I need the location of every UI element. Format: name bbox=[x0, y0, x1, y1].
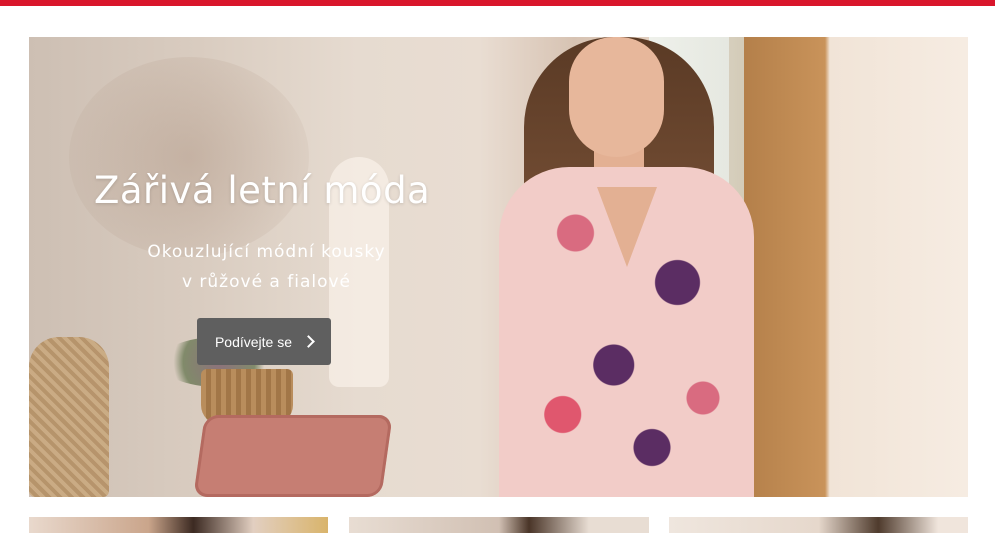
dress-neckline bbox=[597, 187, 657, 267]
category-tile-2[interactable] bbox=[349, 517, 649, 533]
hero-banner[interactable]: Zářivá letní móda Okouzlující módní kous… bbox=[29, 37, 968, 497]
floor-cushion bbox=[193, 415, 393, 497]
top-accent-bar bbox=[0, 0, 995, 6]
view-button[interactable]: Podívejte se bbox=[197, 318, 331, 365]
background-blur bbox=[69, 57, 309, 257]
hero-subtitle-line-2: v růžové a fialové bbox=[181, 272, 352, 292]
hero-subtitle-line-1: Okouzlující módní kousky bbox=[147, 242, 386, 262]
doorframe bbox=[729, 37, 968, 497]
category-tile-3[interactable] bbox=[669, 517, 968, 533]
chevron-right-icon bbox=[302, 335, 315, 348]
hero-subtitle: Okouzlující módní kousky v růžové a fial… bbox=[124, 237, 409, 297]
model-face bbox=[569, 37, 664, 157]
hero-title: Zářivá letní móda bbox=[94, 169, 431, 212]
category-tiles bbox=[29, 517, 968, 533]
rattan-chair bbox=[29, 337, 109, 497]
category-tile-1[interactable] bbox=[29, 517, 328, 533]
view-button-label: Podívejte se bbox=[214, 333, 293, 350]
